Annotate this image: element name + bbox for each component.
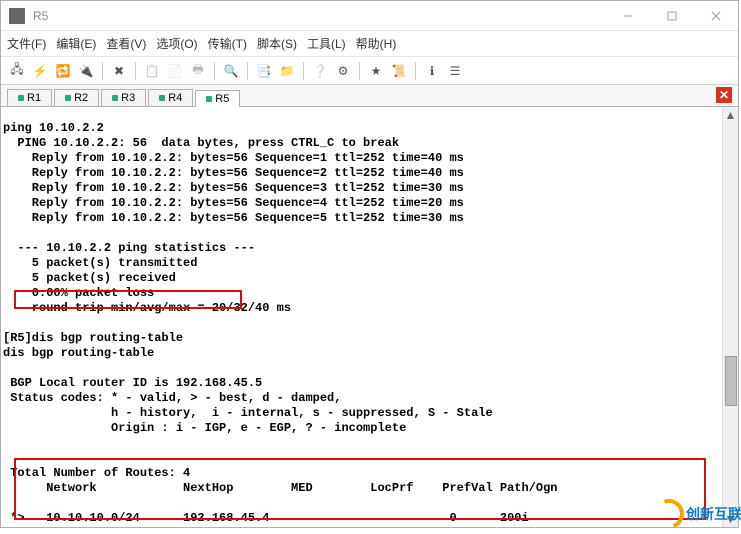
toolbar-settings-icon[interactable]: ⚙: [333, 61, 353, 81]
status-dot-icon: [112, 95, 118, 101]
tab-r2[interactable]: R2: [54, 89, 99, 106]
window-title: R5: [31, 9, 606, 23]
toolbar-find-icon[interactable]: 🔍: [221, 61, 241, 81]
tab-label: R4: [168, 92, 182, 104]
app-icon: [9, 8, 25, 24]
menu-tools[interactable]: 工具(L): [307, 35, 346, 52]
toolbar-disconnect-icon[interactable]: 🔌: [76, 61, 96, 81]
watermark-text: 创新互联: [686, 504, 741, 524]
toolbar-print-icon[interactable]: 🖶: [188, 61, 208, 81]
menu-view[interactable]: 查看(V): [106, 35, 146, 52]
toolbar-cancel-icon[interactable]: ✖: [109, 61, 129, 81]
toolbar-separator: [415, 62, 416, 80]
toolbar-separator: [359, 62, 360, 80]
menu-transfer[interactable]: 传输(T): [208, 35, 247, 52]
tab-label: R5: [215, 93, 229, 105]
menu-scripts[interactable]: 脚本(S): [257, 35, 297, 52]
toolbar-separator: [102, 62, 103, 80]
tab-r5[interactable]: R5: [195, 90, 240, 107]
toolbar-help-icon[interactable]: ❔: [310, 61, 330, 81]
status-dot-icon: [206, 96, 212, 102]
status-dot-icon: [65, 95, 71, 101]
toolbar-session-icon[interactable]: 📁: [277, 61, 297, 81]
toolbar-quickconnect-icon[interactable]: ⚡: [30, 61, 50, 81]
toolbar-info-icon[interactable]: ℹ: [422, 61, 442, 81]
toolbar-separator: [247, 62, 248, 80]
watermark-swoosh-icon: [649, 494, 689, 534]
toolbar-separator: [303, 62, 304, 80]
tab-r3[interactable]: R3: [101, 89, 146, 106]
toolbar-separator: [214, 62, 215, 80]
tab-r4[interactable]: R4: [148, 89, 193, 106]
menu-edit[interactable]: 编辑(E): [56, 35, 96, 52]
toolbar-reconnect-icon[interactable]: 🔁: [53, 61, 73, 81]
scroll-up-icon[interactable]: ▲: [724, 107, 738, 123]
menubar: 文件(F) 编辑(E) 查看(V) 选项(O) 传输(T) 脚本(S) 工具(L…: [1, 31, 738, 57]
tab-label: R3: [121, 92, 135, 104]
maximize-button[interactable]: [650, 2, 694, 30]
toolbar-copy-icon[interactable]: 📋: [142, 61, 162, 81]
status-dot-icon: [18, 95, 24, 101]
scroll-track[interactable]: [723, 123, 738, 511]
toolbar-history-icon[interactable]: 📜: [389, 61, 409, 81]
tab-r1[interactable]: R1: [7, 89, 52, 106]
toolbar-connect-icon[interactable]: 🖧: [7, 61, 27, 81]
titlebar: R5: [1, 1, 738, 31]
watermark: 创新互联: [654, 495, 741, 533]
menu-file[interactable]: 文件(F): [7, 35, 46, 52]
toolbar-paste-icon[interactable]: 📄: [165, 61, 185, 81]
toolbar-separator: [135, 62, 136, 80]
toolbar: 🖧 ⚡ 🔁 🔌 ✖ 📋 📄 🖶 🔍 📑 📁 ❔ ⚙ ★ 📜 ℹ ☰: [1, 57, 738, 85]
tab-label: R2: [74, 92, 88, 104]
terminal-output[interactable]: ping 10.10.2.2 PING 10.10.2.2: 56 data b…: [1, 119, 738, 527]
scrollbar[interactable]: ▲ ▼: [722, 107, 738, 527]
tab-label: R1: [27, 92, 41, 104]
toolbar-properties-icon[interactable]: 📑: [254, 61, 274, 81]
minimize-button[interactable]: [606, 2, 650, 30]
scroll-thumb[interactable]: [725, 356, 737, 406]
menu-options[interactable]: 选项(O): [156, 35, 197, 52]
status-dot-icon: [159, 95, 165, 101]
toolbar-favorites-icon[interactable]: ★: [366, 61, 386, 81]
toolbar-list-icon[interactable]: ☰: [445, 61, 465, 81]
tabbar: R1 R2 R3 R4 R5 ✕: [1, 85, 738, 107]
tabbar-close-button[interactable]: ✕: [716, 87, 732, 103]
menu-help[interactable]: 帮助(H): [356, 35, 397, 52]
close-button[interactable]: [694, 2, 738, 30]
